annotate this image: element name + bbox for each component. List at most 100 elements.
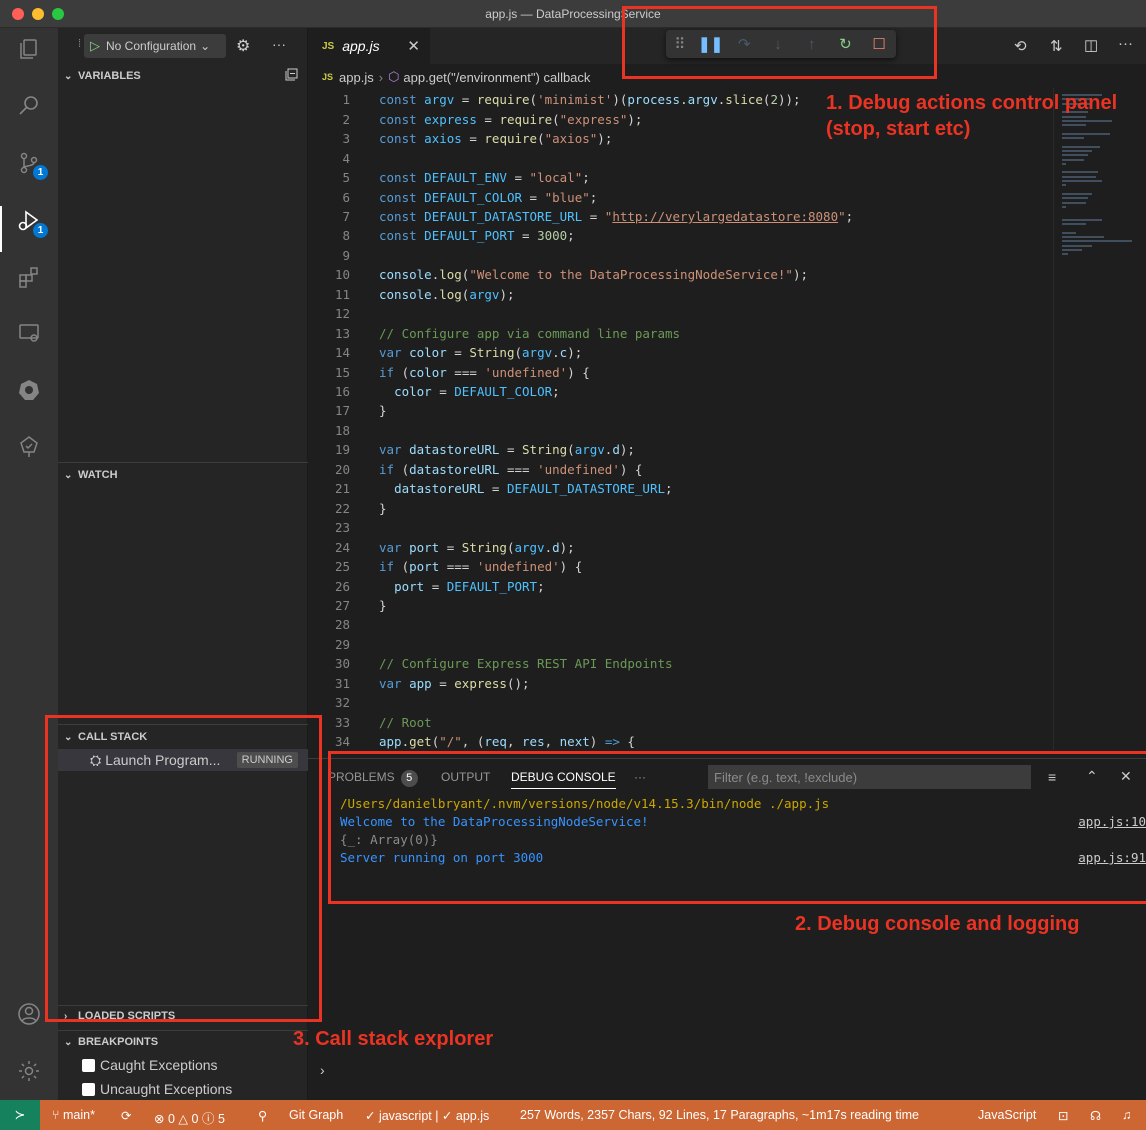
code-line[interactable]: 27} [308,596,1053,616]
line-number[interactable]: 5 [308,170,350,185]
kubernetes-icon[interactable] [14,375,44,405]
line-number[interactable]: 32 [308,695,350,710]
code-line[interactable]: 8 const DEFAULT_PORT = 3000; [308,226,1053,246]
line-number[interactable]: 3 [308,131,350,146]
line-number[interactable]: 2 [308,112,350,127]
start-debug-icon[interactable]: ▷ [90,38,100,54]
line-number[interactable]: 12 [308,306,350,321]
line-number[interactable]: 15 [308,365,350,380]
breadcrumb-symbol[interactable]: app.get("/environment") callback [403,70,590,85]
breadcrumb-file[interactable]: app.js [339,70,374,85]
extensions-icon[interactable] [14,262,44,292]
line-number[interactable]: 22 [308,501,350,516]
remote-explorer-icon[interactable] [14,318,44,348]
line-number[interactable]: 28 [308,617,350,632]
code-line[interactable]: 10 console.log("Welcome to the DataProces… [308,265,1053,285]
line-number[interactable]: 27 [308,598,350,613]
code-line[interactable]: 11 console.log(argv); [308,285,1053,305]
breakpoints-header[interactable]: ⌄ BREAKPOINTS [58,1031,308,1053]
timeline-icon[interactable]: ⟲ [1014,37,1027,55]
code-line[interactable]: 6 const DEFAULT_COLOR = "blue"; [308,187,1053,207]
tree-view-icon[interactable] [14,432,44,462]
line-number[interactable]: 24 [308,540,350,555]
line-number[interactable]: 16 [308,384,350,399]
code-line[interactable]: 15 if (color === 'undefined') { [308,362,1053,382]
line-number[interactable]: 11 [308,287,350,302]
problems-indicator[interactable]: ⊗ 0 △ 0 ⓘ 5 [154,1108,225,1127]
run-config-select[interactable]: ▷ No Configuration ⌄ [84,34,226,58]
code-line[interactable]: 16 color = DEFAULT_COLOR; [308,382,1053,402]
breakpoint-caught[interactable]: Caught Exceptions [82,1057,218,1073]
code-line[interactable]: 25 if (port === 'undefined') { [308,557,1053,577]
code-line[interactable]: 9 [308,246,1053,266]
code-line[interactable]: 24 var port = String(argv.d); [308,537,1053,557]
line-number[interactable]: 30 [308,656,350,671]
source-control-icon[interactable]: 1 [14,148,48,180]
line-number[interactable]: 20 [308,462,350,477]
gear-icon[interactable]: ⚙ [236,36,250,56]
close-icon[interactable]: ✕ [407,37,420,55]
code-line[interactable]: 30 // Configure Express REST API Endpoint… [308,654,1053,674]
line-number[interactable]: 18 [308,423,350,438]
remote-indicator[interactable]: ≻ [0,1100,40,1130]
run-debug-icon[interactable]: 1 [14,206,48,238]
code-line[interactable]: 28 [308,615,1053,635]
tab-app-js[interactable]: JS app.js ✕ [308,28,430,64]
console-input-prompt-icon[interactable]: › [320,1062,325,1078]
code-editor[interactable]: 1 const argv = require('minimist')(proces… [308,88,1053,750]
variables-header[interactable]: ⌄ VARIABLES [58,65,308,87]
compare-changes-icon[interactable]: ⇅ [1050,37,1063,55]
code-line[interactable]: 19 var datastoreURL = String(argv.d); [308,440,1053,460]
line-number[interactable]: 9 [308,248,350,263]
code-line[interactable]: 18 [308,421,1053,441]
bell-icon[interactable]: ♫ [1122,1108,1131,1122]
split-editor-icon[interactable]: ◫ [1084,36,1098,54]
lint-status[interactable]: ✓ javascript | ✓ app.js [365,1108,489,1123]
line-number[interactable]: 25 [308,559,350,574]
watch-header[interactable]: ⌄ WATCH [58,464,308,486]
line-number[interactable]: 14 [308,345,350,360]
code-line[interactable]: 20 if (datastoreURL === 'undefined') { [308,460,1053,480]
settings-gear-icon[interactable] [14,1056,44,1086]
code-line[interactable]: 17} [308,401,1053,421]
feedback-icon[interactable]: ☊ [1090,1108,1101,1123]
line-number[interactable]: 26 [308,579,350,594]
code-line[interactable]: 22} [308,498,1053,518]
word-count[interactable]: 257 Words, 2357 Chars, 92 Lines, 17 Para… [520,1108,919,1122]
line-number[interactable]: 10 [308,267,350,282]
minimap[interactable] [1053,88,1146,750]
more-actions-icon[interactable]: ··· [272,36,286,52]
collapse-all-icon[interactable] [285,68,298,84]
explorer-icon[interactable] [14,34,44,64]
line-number[interactable]: 8 [308,228,350,243]
search-icon[interactable] [14,90,44,120]
line-number[interactable]: 31 [308,676,350,691]
code-line[interactable]: 5 const DEFAULT_ENV = "local"; [308,168,1053,188]
code-line[interactable]: 32 [308,693,1053,713]
code-line[interactable]: 14 var color = String(argv.c); [308,343,1053,363]
code-line[interactable]: 4 [308,148,1053,168]
code-line[interactable]: 7 const DEFAULT_DATASTORE_URL = "http://v… [308,207,1053,227]
line-number[interactable]: 21 [308,481,350,496]
code-line[interactable]: 33// Root [308,712,1053,732]
branch-indicator[interactable]: ⑂ main* [52,1108,95,1122]
account-icon[interactable] [14,999,44,1029]
debug-launch-icon[interactable]: ⚲ [258,1108,267,1123]
line-number[interactable]: 13 [308,326,350,341]
code-line[interactable]: 34 app.get("/", (req, res, next) => { [308,732,1053,750]
code-line[interactable]: 31 var app = express(); [308,674,1053,694]
code-line[interactable]: 29 [308,635,1053,655]
line-number[interactable]: 17 [308,403,350,418]
breakpoint-uncaught[interactable]: Uncaught Exceptions [82,1081,232,1097]
checkbox[interactable] [82,1058,95,1072]
line-number[interactable]: 7 [308,209,350,224]
line-number[interactable]: 1 [308,92,350,107]
line-number[interactable]: 19 [308,442,350,457]
language-mode[interactable]: JavaScript [978,1108,1036,1122]
code-line[interactable]: 13 // Configure app via command line para… [308,323,1053,343]
git-graph-button[interactable]: Git Graph [289,1108,343,1122]
code-line[interactable]: 12 [308,304,1053,324]
layout-icon[interactable]: ⊡ [1058,1108,1068,1123]
more-actions-icon[interactable]: ··· [1118,35,1133,52]
line-number[interactable]: 29 [308,637,350,652]
